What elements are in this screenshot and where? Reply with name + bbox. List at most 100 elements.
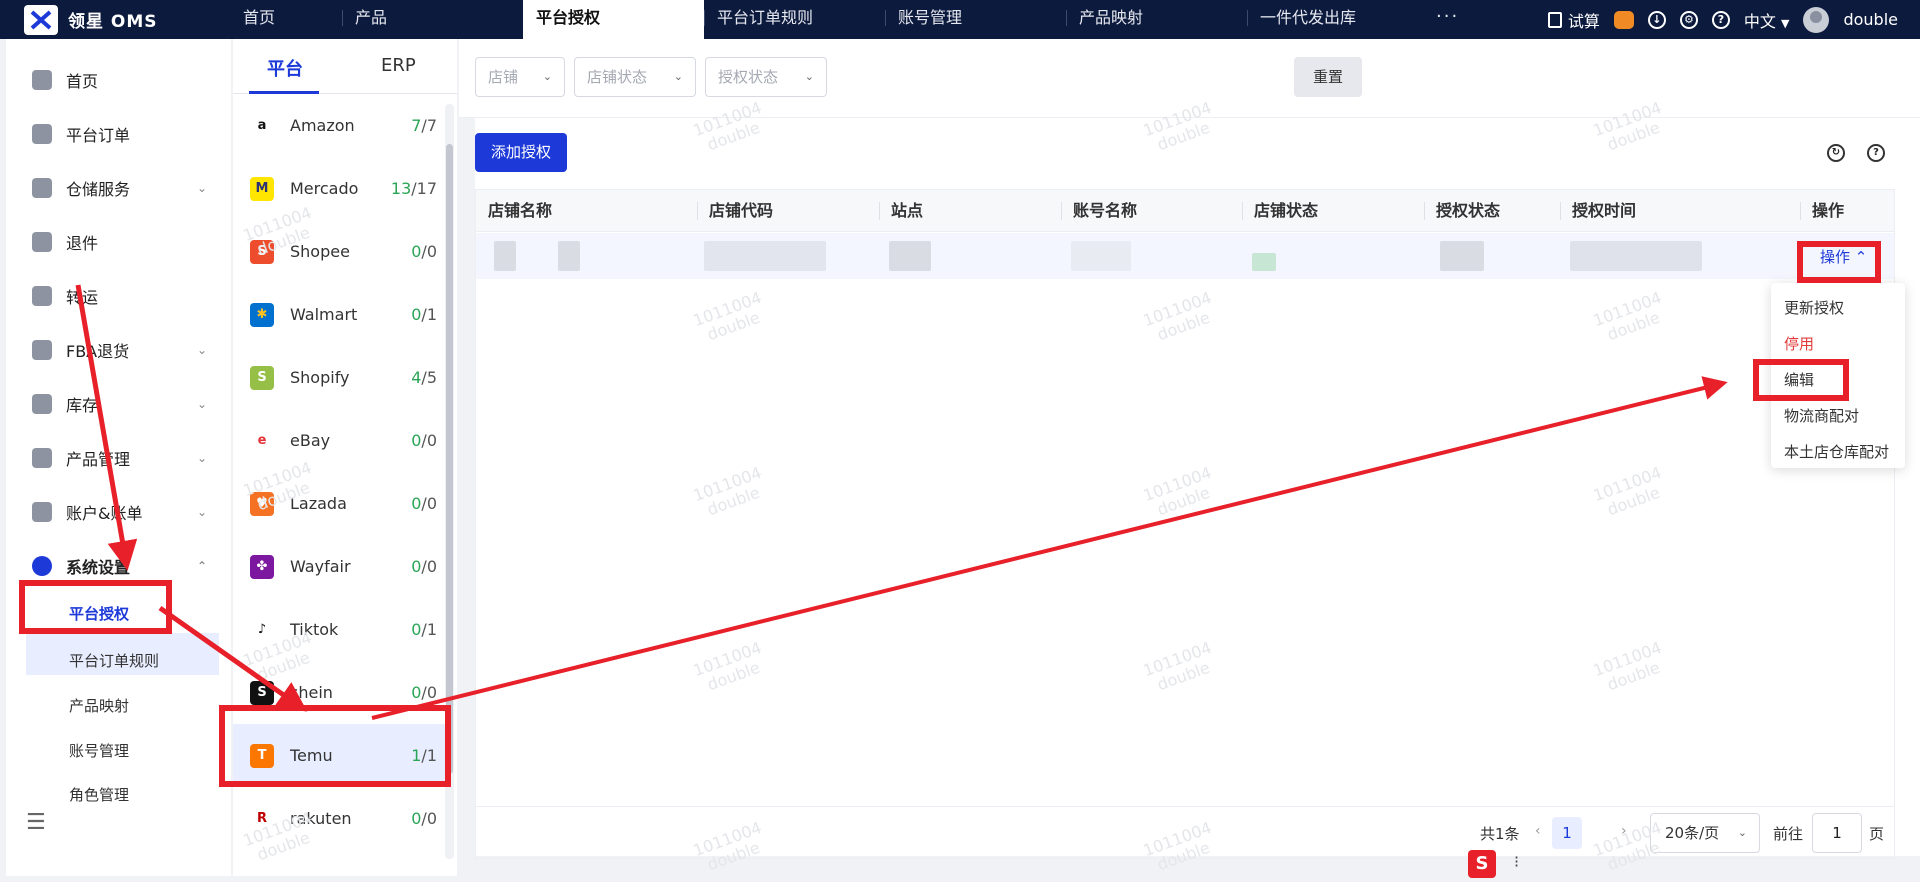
refresh-icon[interactable]: ↻ <box>1827 144 1845 162</box>
platform-item-shopify[interactable]: S Shopify 4/5 <box>233 346 447 409</box>
menu-item-update-auth[interactable]: 更新授权 <box>1784 297 1844 318</box>
ime-badge-icon[interactable]: S <box>1468 850 1496 878</box>
platform-logo-icon: R <box>250 806 274 831</box>
column-header: 授权时间 <box>1572 201 1637 220</box>
sidebar-subitem-product-mapping[interactable]: 产品映射 <box>69 695 129 716</box>
chevron-down-icon: ⌄ <box>196 451 207 465</box>
platform-total-count: 7 <box>426 116 437 135</box>
platform-name: Shopify <box>290 368 350 387</box>
platform-item-rakuten[interactable]: Rrakuten 0/0 <box>233 787 447 850</box>
annotation-box-operations <box>1797 241 1881 283</box>
shop-select[interactable]: 店铺 ⌄ <box>475 57 565 97</box>
sidebar-item-transfer[interactable]: 转运 <box>32 281 207 311</box>
platform-total-count: 0 <box>426 683 437 702</box>
sidebar-item-returns[interactable]: 退件 <box>32 227 207 257</box>
product-bag-icon <box>32 448 52 468</box>
platform-count: 0/0 <box>411 494 437 513</box>
platform-count: 0/1 <box>411 305 437 324</box>
platform-logo-icon: ♪ <box>250 617 274 642</box>
sidebar-item-label: 仓储服务 <box>66 180 131 199</box>
table-row[interactable]: 操作 ⌃ <box>476 233 1894 279</box>
platform-item-shopee[interactable]: S Shopee 0/0 <box>233 220 447 283</box>
platform-item-ebay[interactable]: e eBay 0/0 <box>233 409 447 472</box>
platform-item-walmart[interactable]: ✱ Walmart 0/1 <box>233 283 447 346</box>
username[interactable]: double <box>1843 10 1898 29</box>
top-tab-platform-order-rules[interactable]: 平台订单规则 <box>704 0 885 39</box>
top-tab-account-management[interactable]: 账号管理 <box>885 0 1066 39</box>
collapse-sidebar-icon[interactable]: ☰ <box>26 810 46 835</box>
platform-name: Wayfair <box>290 557 351 576</box>
top-tab-home[interactable]: 首页 <box>230 0 342 39</box>
platform-item-tiktok[interactable]: ♪ Tiktok 0/1 <box>233 598 447 661</box>
sidebar-item-fba-returns[interactable]: FBA退货 ⌄ <box>32 335 207 365</box>
platform-active-count: 0 <box>411 494 422 513</box>
column-separator <box>1560 202 1561 220</box>
settings-icon[interactable]: ⚙ <box>1679 10 1698 29</box>
sidebar-item-system-settings[interactable]: 系统设置 ⌃ <box>32 551 207 581</box>
platform-item-mercado[interactable]: M Mercado 13/17 <box>233 157 447 220</box>
menu-item-carrier-pairing[interactable]: 物流商配对 <box>1784 405 1859 426</box>
sidebar-item-warehouse-service[interactable]: 仓储服务 ⌄ <box>32 173 207 203</box>
amazon-box-icon <box>32 340 52 360</box>
robot-icon[interactable] <box>1613 10 1634 29</box>
ime-toolbar-icon[interactable]: ⁝ <box>1514 852 1519 871</box>
tab-platform[interactable]: 平台 <box>267 55 303 81</box>
column-header: 店铺代码 <box>709 201 774 220</box>
platform-total-count: 0 <box>426 431 437 450</box>
avatar[interactable] <box>1803 6 1830 33</box>
prev-page-icon[interactable]: ‹ <box>1535 823 1541 839</box>
sidebar-subitem-role-management[interactable]: 角色管理 <box>69 784 129 805</box>
chevron-down-icon: ▼ <box>1781 16 1790 30</box>
platform-name: Lazada <box>290 494 347 513</box>
platform-item-amazon[interactable]: a Amazon 7/7 <box>233 94 447 157</box>
pagination: 共1条 ‹ 1 › 20条/页 ⌄ 前往 1 页 <box>475 806 1895 856</box>
tab-erp[interactable]: ERP <box>381 55 416 76</box>
top-tabs-more-button[interactable]: ··· <box>1436 0 1459 39</box>
shop-status-placeholder: 店铺状态 <box>587 68 648 86</box>
platform-count: 0/0 <box>411 557 437 576</box>
platform-logo-icon: S <box>250 680 274 705</box>
sidebar-subitem-account-management[interactable]: 账号管理 <box>69 740 129 761</box>
language-selector[interactable]: 中文 ▼ <box>1744 8 1790 32</box>
sidebar-item-label: 转运 <box>66 288 99 307</box>
sidebar-subitem-platform-order-rules[interactable]: 平台订单规则 <box>69 650 159 671</box>
platform-item-wayfair[interactable]: ✤ Wayfair 0/0 <box>233 535 447 598</box>
download-icon[interactable]: ↓ <box>1647 10 1666 29</box>
sidebar-item-label: 账户&账单 <box>66 504 143 523</box>
page-size-select[interactable]: 20条/页 ⌄ <box>1650 813 1760 853</box>
scrollbar-thumb[interactable] <box>446 144 453 774</box>
platform-item-lazada[interactable]: ♥ Lazada 0/0 <box>233 472 447 535</box>
sidebar-item-home[interactable]: 首页 <box>32 65 207 95</box>
chevron-down-icon: ⌄ <box>1737 826 1747 839</box>
menu-item-local-warehouse-pairing[interactable]: 本土店仓库配对 <box>1784 441 1889 462</box>
app-logo[interactable]: 领星 OMS <box>24 0 158 39</box>
top-tab-product-mapping[interactable]: 产品映射 <box>1066 0 1247 39</box>
sidebar-item-inventory[interactable]: 库存 ⌄ <box>32 389 207 419</box>
auth-status-select[interactable]: 授权状态 ⌄ <box>705 57 827 97</box>
column-header: 站点 <box>891 201 924 220</box>
platform-count: 7/7 <box>411 116 437 135</box>
shop-status-select[interactable]: 店铺状态 ⌄ <box>574 57 696 97</box>
sidebar-item-platform-orders[interactable]: 平台订单 <box>32 119 207 149</box>
top-tab-product[interactable]: 产品 <box>342 0 523 39</box>
menu-item-disable[interactable]: 停用 <box>1784 333 1814 354</box>
page-number-current[interactable]: 1 <box>1552 817 1582 849</box>
reset-button[interactable]: 重置 <box>1294 57 1362 97</box>
goto-page-input[interactable]: 1 <box>1812 813 1862 853</box>
column-separator <box>1061 202 1062 220</box>
sidebar-item-accounts-billing[interactable]: 账户&账单 ⌄ <box>32 497 207 527</box>
platform-total-count: 1 <box>426 620 437 639</box>
calculator-button[interactable]: 试算 <box>1547 8 1600 32</box>
help-icon[interactable]: ? <box>1867 144 1885 162</box>
help-icon[interactable]: ? <box>1711 10 1730 29</box>
clipboard-icon <box>32 124 52 144</box>
add-auth-button[interactable]: 添加授权 <box>475 133 567 172</box>
platform-count: 13/17 <box>390 179 437 198</box>
sidebar-item-product-management[interactable]: 产品管理 ⌄ <box>32 443 207 473</box>
top-tab-dropship-outbound[interactable]: 一件代发出库 <box>1247 0 1428 39</box>
top-tabs: 首页 产品 平台授权 平台订单规则 账号管理 产品映射 一件代发出库 <box>230 0 1428 39</box>
inventory-icon <box>32 394 52 414</box>
top-tab-platform-auth[interactable]: 平台授权 <box>523 0 704 39</box>
platform-active-count: 7 <box>411 116 422 135</box>
next-page-icon[interactable]: › <box>1621 823 1627 839</box>
